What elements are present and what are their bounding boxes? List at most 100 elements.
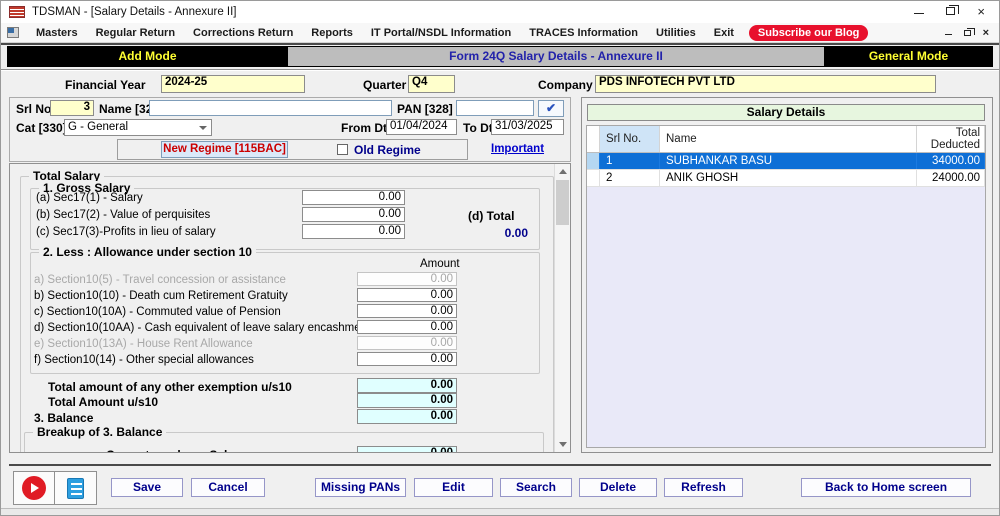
refresh-button[interactable]: Refresh [664,478,743,497]
from-dt-field[interactable]: 01/04/2024 [386,119,457,135]
company-field[interactable]: PDS INFOTECH PVT LTD [595,75,936,93]
grid-cell-total[interactable]: 34000.00 [917,153,985,169]
divider [1,69,999,71]
pan-label: PAN [328] [397,102,453,116]
table-row[interactable]: 2 ANIK GHOSH 24000.00 [587,170,985,187]
pan-verify-button[interactable]: ✔ [538,100,564,117]
to-dt-field[interactable]: 31/03/2025 [491,119,564,135]
total-us10-field: 0.00 [357,393,457,408]
cancel-button[interactable]: Cancel [191,478,265,497]
notes-button[interactable] [55,471,97,505]
scroll-down-button[interactable] [555,437,570,452]
add-mode-label: Add Mode [118,49,177,63]
less-row-field[interactable]: 0.00 [357,320,457,334]
pan-field[interactable] [456,100,534,116]
less-row-label: b) Section10(10) - Death cum Retirement … [34,290,288,302]
gross-row-label: (a) Sec17(1) - Salary [36,192,143,204]
financial-year-label: Financial Year [65,78,146,92]
app-icon [9,6,25,18]
old-regime-checkbox[interactable] [337,144,348,155]
cat-select[interactable]: G - General [64,119,212,136]
gross-row-field[interactable]: 0.00 [302,207,405,222]
minimize-button[interactable] [914,6,925,18]
new-regime-button[interactable]: New Regime [115BAC] [161,141,288,158]
less-allowance-group-label: 2. Less : Allowance under section 10 [39,245,256,259]
less-row-field: 0.00 [357,272,457,286]
menu-item[interactable]: IT Portal/NSDL Information [362,27,520,39]
less-row-field[interactable]: 0.00 [357,304,457,318]
less-row-field[interactable]: 0.00 [357,288,457,302]
breakup-group: Breakup of 3. Balance [24,425,544,452]
less-row-label: f) Section10(14) - Other special allowan… [34,354,254,366]
document-icon [64,477,84,504]
gross-row-label: (c) Sec17(3)-Profits in lieu of salary [36,226,216,238]
restore-button[interactable] [946,5,960,18]
menu-item[interactable]: Utilities [647,27,705,39]
less-row-field[interactable]: 0.00 [357,352,457,366]
less-row-field: 0.00 [357,336,457,350]
chevron-down-icon [199,126,207,130]
menu-item[interactable]: TRACES Information [520,27,647,39]
other-exemption-field: 0.00 [357,378,457,393]
salary-details-panel: Salary Details Srl No. Name Total Deduct… [581,97,993,453]
balance-label: 3. Balance [34,411,94,425]
gross-row-field[interactable]: 0.00 [302,190,405,205]
divider [9,464,991,466]
menu-bar: Masters Regular Return Corrections Retur… [1,23,999,43]
title-bar: TDSMAN - [Salary Details - Annexure II] … [1,1,999,23]
financial-year-field[interactable]: 2024-25 [161,75,305,93]
edit-button[interactable]: Edit [414,478,493,497]
table-row[interactable]: 1 SUBHANKAR BASU 34000.00 [587,153,985,170]
play-video-button[interactable] [13,471,55,505]
grid-cell-srl[interactable]: 2 [600,170,660,186]
grid-cell-name[interactable]: SUBHANKAR BASU [660,153,917,169]
check-icon: ✔ [545,101,557,115]
srl-no-field[interactable]: 3 [50,100,94,116]
window-title: TDSMAN - [Salary Details - Annexure II] [32,6,237,18]
missing-pans-button[interactable]: Missing PANs [315,478,406,497]
cat-selected-value: G - General [68,121,129,133]
play-icon [22,476,46,500]
grid-cell-name[interactable]: ANIK GHOSH [660,170,917,186]
menu-item[interactable]: Exit [705,27,743,39]
row-selector-cell[interactable] [587,153,600,169]
less-row-label: c) Section10(10A) - Commuted value of Pe… [34,306,281,318]
gross-row-field[interactable]: 0.00 [302,224,405,239]
mdi-close-button[interactable]: × [983,27,989,38]
less-row-label: d) Section10(10AA) - Cash equivalent of … [34,322,371,334]
name-field[interactable] [149,100,392,116]
menu-item[interactable]: Reports [302,27,362,39]
search-button[interactable]: Search [500,478,572,497]
grid-cell-total[interactable]: 24000.00 [917,170,985,186]
menu-item[interactable]: Masters [27,27,87,39]
col-header-total-deducted: Total Deducted [917,126,985,152]
from-dt-label: From Dt [341,121,387,135]
mdi-minimize-button[interactable] [944,27,952,39]
form-title: Form 24Q Salary Details - Annexure II [288,47,824,66]
breakup-group-label: Breakup of 3. Balance [33,425,167,439]
back-home-button[interactable]: Back to Home screen [801,478,971,497]
menu-item[interactable]: Corrections Return [184,27,302,39]
menu-item[interactable]: Regular Return [87,27,184,39]
subscribe-blog-button[interactable]: Subscribe our Blog [748,24,869,41]
vertical-scrollbar[interactable] [554,164,570,452]
grid-cell-srl[interactable]: 1 [600,153,660,169]
close-button[interactable]: × [977,5,985,18]
important-link[interactable]: Important [491,143,544,155]
less-row-label: e) Section10(13A) - House Rent Allowance [34,338,253,350]
col-header-selector [587,126,600,152]
delete-button[interactable]: Delete [579,478,657,497]
scroll-up-button[interactable] [555,164,570,179]
srl-no-label: Srl No. [16,102,55,116]
gross-row-label: (b) Sec17(2) - Value of perquisites [36,209,211,221]
mdi-restore-button[interactable] [963,27,975,39]
scroll-thumb[interactable] [556,180,569,225]
salary-details-grid: Srl No. Name Total Deducted 1 SUBHANKAR … [586,125,986,448]
to-dt-label: To Dt [463,121,493,135]
app-window: TDSMAN - [Salary Details - Annexure II] … [0,0,1000,516]
row-selector-cell[interactable] [587,170,600,186]
save-button[interactable]: Save [111,478,183,497]
employee-header-box: Srl No. 3 Name [329] PAN [328] ✔ Cat [33… [9,97,571,162]
quarter-field[interactable]: Q4 [408,75,455,93]
cat-label: Cat [330] [16,121,67,135]
